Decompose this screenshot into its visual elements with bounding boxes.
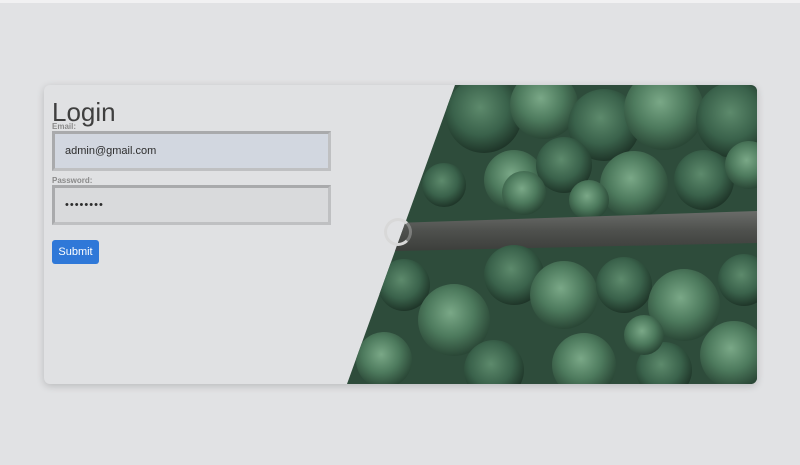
- login-card: Login Email: Password: Submit: [44, 85, 757, 384]
- email-label: Email:: [52, 122, 77, 131]
- browser-top-strip: [0, 0, 800, 3]
- page-background: Login Email: Password: Submit: [0, 0, 800, 465]
- submit-button[interactable]: Submit: [52, 240, 99, 264]
- password-label: Password:: [52, 176, 93, 185]
- email-field[interactable]: [52, 131, 331, 171]
- login-form: Login Email: Password: Submit: [52, 85, 352, 384]
- password-field[interactable]: [52, 185, 331, 225]
- loading-spinner-icon: [384, 218, 412, 246]
